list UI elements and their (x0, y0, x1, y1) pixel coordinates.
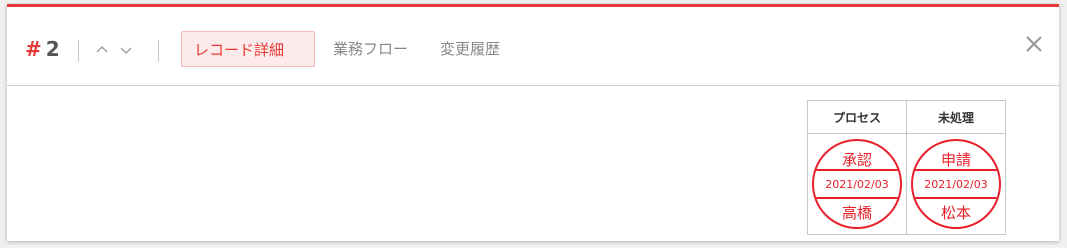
stamp-cell: 申請 2021/02/03 松本 (906, 133, 1006, 235)
record-detail-panel: #2 レコード詳細 業務フロー 変更履歴 プロセス 未処理 承認 2021/02… (7, 4, 1059, 241)
stamp-cell: 承認 2021/02/03 高橋 (807, 133, 907, 235)
record-number: #2 (25, 37, 60, 61)
approval-stamp: 承認 2021/02/03 高橋 (812, 139, 902, 229)
header-separator (78, 40, 79, 62)
header-separator (158, 40, 159, 62)
tab-label: 変更履歴 (440, 40, 501, 58)
application-stamp: 申請 2021/02/03 松本 (911, 139, 1001, 229)
tab-workflow[interactable]: 業務フロー (333, 31, 408, 67)
column-header-process: プロセス (807, 100, 907, 134)
stamp-person: 松本 (940, 204, 971, 222)
tab-record-detail[interactable]: レコード詳細 (181, 31, 315, 67)
tab-label: レコード詳細 (194, 41, 285, 59)
stamp-person: 高橋 (841, 204, 872, 222)
stamp-date: 2021/02/03 (825, 178, 889, 191)
chevron-down-icon[interactable] (119, 43, 133, 57)
record-number-value: 2 (45, 37, 60, 61)
record-hash: # (25, 37, 42, 61)
stamp-action: 承認 (841, 151, 872, 169)
approval-stamp-table: プロセス 未処理 承認 2021/02/03 高橋 申請 2021/02/03 (807, 100, 1006, 235)
stamp-date: 2021/02/03 (924, 178, 988, 191)
stamp-action: 申請 (940, 151, 971, 169)
record-header: #2 レコード詳細 業務フロー 変更履歴 (7, 7, 1059, 86)
column-header-pending: 未処理 (906, 100, 1006, 134)
tab-label: 業務フロー (333, 40, 409, 58)
stamp-divider (814, 197, 900, 199)
stamp-divider (913, 197, 999, 199)
tab-change-history[interactable]: 変更履歴 (440, 31, 500, 67)
chevron-up-icon[interactable] (95, 43, 109, 57)
close-icon[interactable] (1023, 33, 1045, 55)
